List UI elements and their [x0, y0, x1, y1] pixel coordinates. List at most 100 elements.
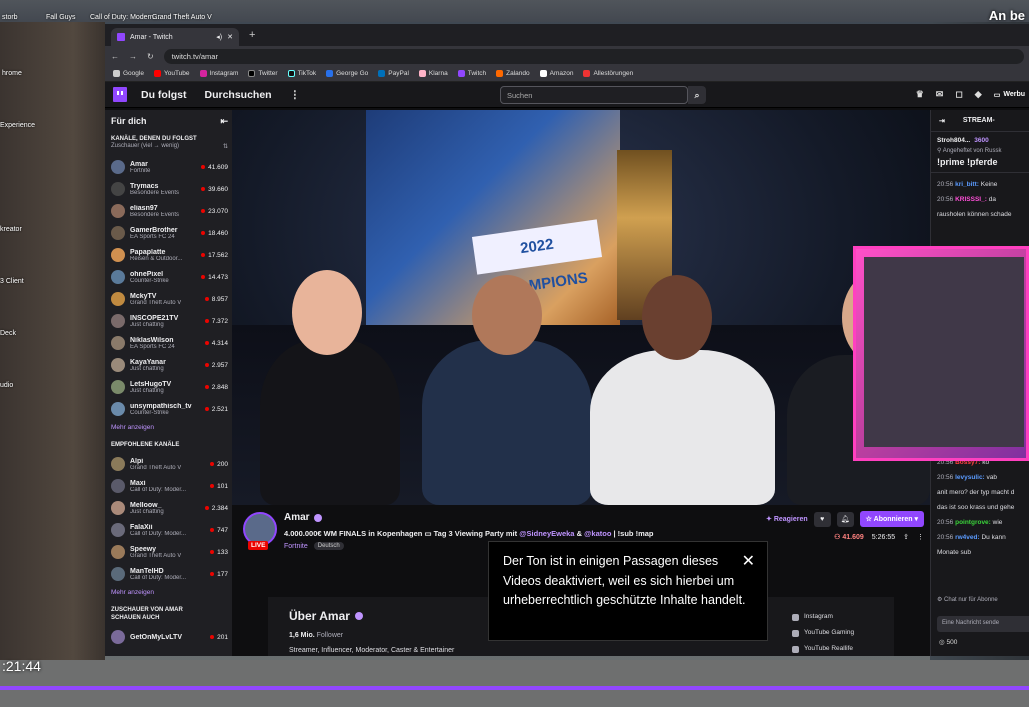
bookmark-item[interactable]: Klarna: [418, 70, 448, 77]
channel-info: MckyTV Grand Theft Auto V: [130, 293, 200, 306]
show-more-link[interactable]: Mehr anzeigen: [111, 424, 228, 431]
url-field[interactable]: twitch.tv/amar: [163, 48, 1024, 64]
channel-item[interactable]: NiklasWilson EA Sports FC 24 4.314: [111, 332, 228, 354]
forward-arrow-icon[interactable]: →: [129, 52, 137, 61]
tab-close-icon[interactable]: ✕: [227, 33, 233, 41]
notifications-icon[interactable]: ◻: [955, 89, 962, 100]
channel-points[interactable]: ◎ 500: [939, 638, 957, 646]
bookmark-item[interactable]: George Go: [326, 70, 368, 77]
bookmark-item[interactable]: Amazon: [539, 70, 573, 77]
chat-username[interactable]: rw4ved:: [955, 534, 980, 541]
social-link-instagram[interactable]: Instagram: [792, 609, 854, 625]
channel-avatar: [111, 182, 125, 196]
react-button[interactable]: ✦ Reagieren: [766, 515, 808, 523]
search-icon[interactable]: ⌕: [688, 86, 706, 104]
mention-link[interactable]: @katoo: [584, 529, 611, 538]
bookmark-item[interactable]: Zalando: [496, 70, 530, 77]
twitch-logo-icon[interactable]: [113, 87, 127, 102]
channel-item[interactable]: MckyTV Grand Theft Auto V 8.957: [111, 288, 228, 310]
chat-input[interactable]: Eine Nachricht sende: [937, 616, 1029, 632]
new-tab-button[interactable]: +: [249, 29, 255, 41]
chat-text: Du kann: [981, 534, 1006, 541]
social-link-youtube-reallife[interactable]: YouTube Reallife: [792, 641, 854, 656]
reload-icon[interactable]: ↻: [147, 52, 154, 61]
bell-icon[interactable]: 🔔︎: [836, 511, 854, 527]
bookmark-item[interactable]: Google: [113, 70, 144, 77]
channel-name: FalaXii: [130, 523, 153, 531]
tab-audio-icon[interactable]: ◂): [216, 33, 222, 41]
search-input[interactable]: Suchen: [500, 86, 688, 104]
bookmark-item[interactable]: PayPal: [378, 70, 409, 77]
channel-item[interactable]: KayaYanar Just chatting 2.957: [111, 354, 228, 376]
subscribe-button[interactable]: ☆ Abonnieren ▾: [859, 511, 924, 527]
language-tag[interactable]: Deutsch: [313, 542, 344, 550]
mention-link[interactable]: @SidneyEweka: [519, 529, 574, 538]
show-more-link[interactable]: Mehr anzeigen: [111, 589, 228, 596]
desktop-icon[interactable]: Grand Theft Auto V: [152, 14, 212, 21]
chat-username[interactable]: kri_bitt:: [955, 181, 979, 188]
channel-item[interactable]: LetsHugoTV Just chatting 2.848: [111, 376, 228, 398]
channel-item[interactable]: Papaplatte Reisen & Outdoor... 17.562: [111, 244, 228, 266]
channel-item[interactable]: Trymacs Besondere Events 39.660: [111, 178, 228, 200]
ad-free-button[interactable]: ▭ Werbu: [994, 89, 1025, 100]
inbox-icon[interactable]: ✉: [936, 89, 944, 100]
channel-item[interactable]: eliasn97 Besondere Events 23.070: [111, 200, 228, 222]
viewer-count: 2.848: [204, 384, 228, 391]
channel-item[interactable]: Alpi Grand Theft Auto V 200: [111, 453, 228, 475]
pinned-user[interactable]: Stroh804...: [937, 137, 970, 144]
heart-icon[interactable]: ♥: [813, 511, 831, 527]
back-arrow-icon[interactable]: ←: [111, 52, 119, 61]
video-player[interactable]: 2022 CHAMPIONS: [232, 110, 930, 505]
channel-item[interactable]: Speewy Grand Theft Auto V 133: [111, 541, 228, 563]
channel-item[interactable]: ManTeIHD Call of Duty: Moder... 177: [111, 563, 228, 585]
video-progress-bar[interactable]: [0, 686, 1029, 690]
desktop-icon[interactable]: 3 Client: [0, 278, 24, 285]
desktop-icon[interactable]: Experience: [0, 122, 35, 129]
bookmark-item[interactable]: YouTube: [153, 70, 190, 77]
channel-avatar: [111, 248, 125, 262]
crown-icon[interactable]: ♛: [916, 89, 924, 100]
streamer-name[interactable]: Amar: [284, 512, 322, 523]
channel-item[interactable]: INSCOPE21TV Just chatting 7.372: [111, 310, 228, 332]
collapse-sidebar-icon[interactable]: ⇤: [220, 116, 228, 127]
share-icon[interactable]: ⇪: [903, 533, 909, 541]
desktop-icon[interactable]: hrome: [2, 70, 22, 77]
more-options-icon[interactable]: ⋮: [290, 89, 301, 101]
collapse-chat-icon[interactable]: ⇥: [939, 117, 945, 125]
channel-item[interactable]: unsympathisch_tv Counter-Strike 2.521: [111, 398, 228, 420]
channel-item[interactable]: Amar Fortnite 41.609: [111, 156, 228, 178]
channel-item[interactable]: GetOnMyLvLTV 201: [111, 626, 228, 648]
more-icon[interactable]: ⋮: [917, 533, 924, 541]
close-icon[interactable]: ✕: [742, 552, 755, 572]
nav-following[interactable]: Du folgst: [141, 89, 187, 101]
bookmark-item[interactable]: Twitter: [248, 70, 278, 77]
channel-item[interactable]: ohnePixel Counter-Strike 14.473: [111, 266, 228, 288]
channel-item[interactable]: FalaXii Call of Duty: Moder... 747: [111, 519, 228, 541]
social-link-youtube-gaming[interactable]: YouTube Gaming: [792, 625, 854, 641]
bookmark-item[interactable]: Instagram: [199, 70, 238, 77]
chat-username[interactable]: levysulic:: [955, 474, 985, 481]
nav-browse[interactable]: Durchsuchen: [205, 89, 272, 101]
bookmark-item[interactable]: Twitch: [457, 70, 486, 77]
browser-tab[interactable]: Amar - Twitch ◂) ✕: [111, 28, 239, 46]
bits-icon[interactable]: ◆: [975, 89, 982, 100]
desktop-icon[interactable]: kreator: [0, 226, 22, 233]
channel-avatar: [111, 380, 125, 394]
desktop-icon[interactable]: Deck: [0, 330, 16, 337]
desktop-icon[interactable]: Call of Duty: Modern...: [90, 14, 160, 21]
desktop-icon[interactable]: udio: [0, 382, 13, 389]
desktop-icon[interactable]: Fall Guys: [46, 14, 76, 21]
bookmark-item[interactable]: TikTok: [287, 70, 316, 77]
chat-username[interactable]: pointgrove:: [955, 519, 991, 526]
desktop-icon[interactable]: storb: [2, 14, 18, 21]
channel-item[interactable]: Melloow_ Just chatting 2.384: [111, 497, 228, 519]
channel-item[interactable]: Maxi Call of Duty: Moder... 101: [111, 475, 228, 497]
channel-item[interactable]: GamerBrother EA Sports FC 24 18.460: [111, 222, 228, 244]
chat-username[interactable]: KRISSSI_:: [955, 196, 987, 203]
sort-icon[interactable]: ⇅: [223, 143, 228, 150]
category-link[interactable]: Fortnite: [284, 543, 308, 550]
picture-in-picture-overlay[interactable]: [853, 246, 1029, 461]
bookmark-item[interactable]: Allestörungen: [583, 70, 633, 77]
viewer-count: 2.384: [204, 505, 228, 512]
viewer-count: 177: [210, 571, 228, 578]
